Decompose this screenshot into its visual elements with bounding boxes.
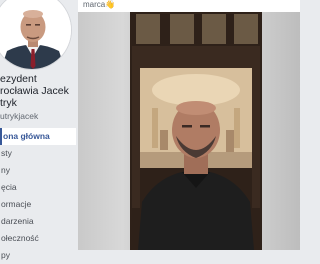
page-name[interactable]: ezydent rocławia Jacek tryk [0,73,78,109]
page-name-line-1[interactable]: ezydent [0,73,78,85]
nav-item-community[interactable]: ołeczność [0,230,76,247]
nav-item-posts[interactable]: sty [0,145,76,162]
nav-item-photos[interactable]: ęcia [0,179,76,196]
profile-photo [0,0,71,69]
page-name-line-2[interactable]: rocławia Jacek [0,85,78,97]
waving-hand-icon: 👋 [105,0,115,9]
page-name-line-3[interactable]: tryk [0,97,78,109]
nav-item-events[interactable]: darzenia [0,213,76,230]
nav-item-home[interactable]: ona główna [0,128,76,145]
page-nav: ona główna sty ny ęcia ormacje darzenia … [0,128,76,264]
page-sidebar: ezydent rocławia Jacek tryk utrykjacek o… [0,0,78,260]
post-header: marca 👋 [78,0,300,12]
profile-avatar[interactable] [0,0,72,70]
nav-item-reviews[interactable]: ny [0,162,76,179]
video-player[interactable] [130,12,262,250]
page-username: utrykjacek [0,111,39,121]
video-frame [130,12,262,250]
nav-item-about[interactable]: ormacje [0,196,76,213]
post-date[interactable]: marca [83,0,105,10]
